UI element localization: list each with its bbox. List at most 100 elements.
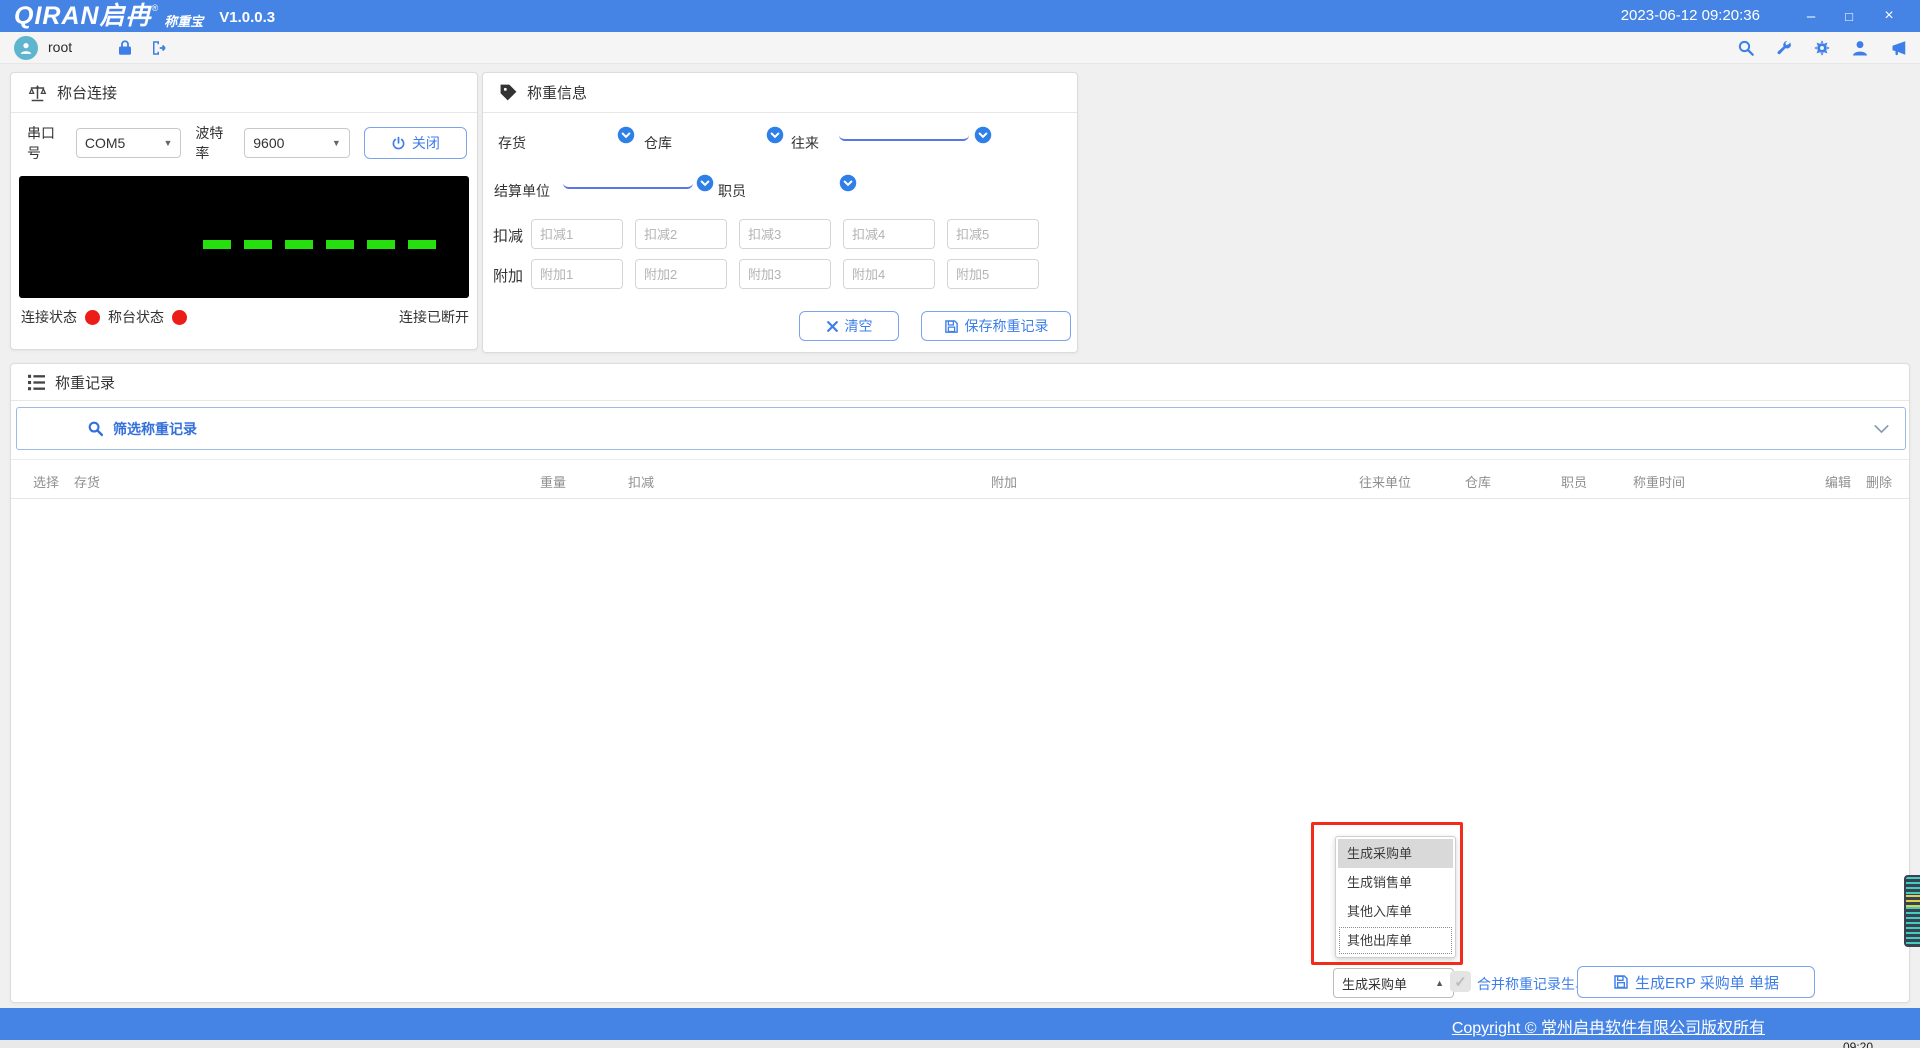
led-dash [285, 240, 313, 249]
merge-records-checkbox[interactable]: ✓ [1450, 971, 1471, 992]
connection-state-text: 连接已断开 [399, 307, 469, 327]
inventory-field[interactable] [538, 117, 612, 141]
menu-item-1[interactable]: 生成销售单 [1338, 868, 1453, 897]
weigh-panel-header: 称重信息 [483, 73, 1077, 113]
gear-icon[interactable] [1813, 39, 1831, 57]
append-label: 附加 [493, 265, 523, 286]
balance-scale-icon [27, 83, 48, 103]
floppy-icon [1613, 974, 1629, 990]
tag-icon [499, 83, 518, 102]
column-header-9: 编辑 [1825, 472, 1851, 491]
app-logo: QIRAN启冉 ® 称重宝 V1.0.0.3 [14, 1, 275, 31]
minimize-button[interactable]: – [1794, 0, 1828, 32]
scale-panel-header: 称台连接 [11, 73, 477, 113]
column-header-2: 重量 [540, 472, 566, 491]
chevron-down-icon[interactable] [1874, 424, 1889, 434]
inventory-dropdown-icon[interactable] [617, 126, 635, 144]
connection-status-light [85, 310, 100, 325]
connection-settings-row: 串口号 COM5 ▼ 波特率 9600 ▼ 关闭 [27, 127, 467, 159]
search-icon[interactable] [1737, 39, 1755, 57]
led-dash-segments [203, 240, 436, 249]
app-window: QIRAN启冉 ® 称重宝 V1.0.0.3 2023-06-12 09:20:… [0, 0, 1920, 1048]
docked-edge-widget[interactable] [1904, 875, 1920, 947]
title-bar: QIRAN启冉 ® 称重宝 V1.0.0.3 2023-06-12 09:20:… [0, 0, 1920, 32]
caret-up-icon: ▲ [1435, 978, 1444, 988]
baud-label: 波特率 [195, 123, 236, 163]
baud-select[interactable]: 9600 ▼ [244, 128, 350, 158]
weigh-records-panel: 称重记录 筛选称重记录 选择存货重量扣减附加往来单位仓库职员称重时间编辑删除 [10, 363, 1910, 1003]
clear-button-label: 清空 [845, 316, 873, 336]
settle-unit-label: 结算单位 [494, 181, 550, 201]
staff-field[interactable] [758, 165, 834, 189]
deduct-input-1[interactable] [531, 219, 623, 249]
deduct-input-4[interactable] [843, 219, 935, 249]
deduct-input-3[interactable] [739, 219, 831, 249]
list-icon [27, 374, 46, 391]
logo-subtitle: 称重宝 [164, 11, 203, 30]
append-input-5[interactable] [947, 259, 1039, 289]
generate-order-menu: 生成采购单生成销售单其他入库单其他出库单 [1335, 836, 1456, 958]
column-header-0: 选择 [33, 472, 59, 491]
port-select[interactable]: COM5 ▼ [76, 128, 182, 158]
filter-records-label: 筛选称重记录 [113, 419, 197, 439]
inventory-label: 存货 [498, 133, 526, 153]
led-dash [367, 240, 395, 249]
scale-status-label: 称台状态 [108, 307, 164, 327]
connection-status-label: 连接状态 [21, 307, 77, 327]
port-select-value: COM5 [85, 135, 125, 151]
column-header-8: 称重时间 [1633, 472, 1685, 491]
partner-dropdown-icon[interactable] [974, 126, 992, 144]
led-dash [203, 240, 231, 249]
generate-type-value: 生成采购单 [1342, 974, 1407, 993]
staff-dropdown-icon[interactable] [839, 174, 857, 192]
menu-item-2[interactable]: 其他入库单 [1338, 897, 1453, 926]
toolbar-right-icons [1737, 39, 1908, 57]
save-record-button[interactable]: 保存称重记录 [921, 311, 1071, 341]
deduct-input-2[interactable] [635, 219, 727, 249]
generate-erp-button[interactable]: 生成ERP 采购单 单据 [1577, 966, 1815, 998]
merge-records-label: 合并称重记录生单 [1477, 974, 1589, 994]
x-icon [826, 320, 839, 333]
megaphone-icon[interactable] [1889, 39, 1908, 57]
generate-type-select[interactable]: 生成采购单 ▲ [1333, 968, 1454, 998]
append-input-3[interactable] [739, 259, 831, 289]
filter-records-bar[interactable]: 筛选称重记录 [16, 407, 1906, 450]
scale-connection-panel: 称台连接 串口号 COM5 ▼ 波特率 9600 ▼ 关闭 [10, 72, 478, 350]
caret-down-icon: ▼ [163, 138, 172, 148]
lock-icon[interactable] [116, 39, 134, 57]
append-input-4[interactable] [843, 259, 935, 289]
table-header-row: 选择存货重量扣减附加往来单位仓库职员称重时间编辑删除 [11, 459, 1909, 499]
port-label: 串口号 [27, 123, 68, 163]
power-icon [391, 136, 406, 151]
search-icon [87, 420, 104, 437]
scale-status-light [172, 310, 187, 325]
user-avatar[interactable] [14, 36, 38, 60]
copyright-link[interactable]: Copyright © 常州启冉软件有限公司版权所有 [1452, 1014, 1765, 1038]
close-window-button[interactable]: × [1872, 0, 1906, 32]
floppy-icon [944, 319, 959, 334]
clear-button[interactable]: 清空 [799, 311, 899, 341]
taskbar-sliver: 09:20 [0, 1040, 1920, 1048]
weight-led-display [19, 176, 469, 298]
menu-item-3[interactable]: 其他出库单 [1338, 926, 1453, 955]
settle-unit-dropdown-icon[interactable] [696, 174, 714, 192]
baud-select-value: 9600 [253, 135, 284, 151]
taskbar-clock: 09:20 [1843, 1040, 1873, 1048]
maximize-button[interactable]: □ [1832, 0, 1866, 32]
menu-item-0[interactable]: 生成采购单 [1338, 839, 1453, 868]
warehouse-label: 仓库 [644, 133, 672, 153]
append-input-2[interactable] [635, 259, 727, 289]
deduct-input-5[interactable] [947, 219, 1039, 249]
disconnect-button[interactable]: 关闭 [364, 127, 467, 159]
wrench-icon[interactable] [1775, 39, 1793, 57]
settle-unit-field[interactable] [563, 165, 693, 189]
person-icon [19, 41, 33, 55]
user-icon[interactable] [1851, 39, 1869, 57]
check-icon: ✓ [1454, 973, 1467, 991]
append-input-1[interactable] [531, 259, 623, 289]
partner-field[interactable] [839, 117, 969, 141]
logout-icon[interactable] [150, 39, 168, 57]
save-button-label: 保存称重记录 [965, 316, 1049, 336]
warehouse-dropdown-icon[interactable] [766, 126, 784, 144]
warehouse-field[interactable] [684, 117, 762, 141]
